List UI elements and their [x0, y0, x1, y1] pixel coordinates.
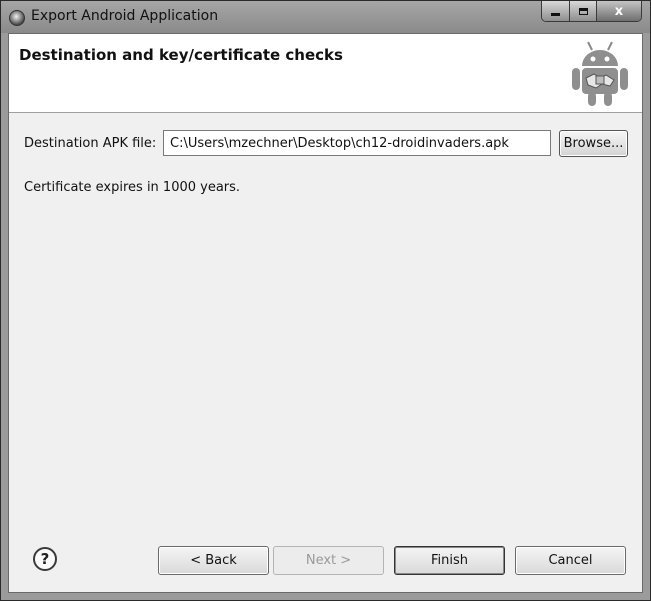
maximize-button[interactable]	[569, 1, 596, 21]
certificate-expiry-message: Certificate expires in 1000 years.	[24, 180, 241, 195]
page-title: Destination and key/certificate checks	[19, 46, 343, 64]
next-button[interactable]: Next >	[273, 546, 384, 575]
window-title: Export Android Application	[31, 8, 219, 24]
eclipse-app-icon	[9, 10, 25, 26]
minimize-icon	[551, 12, 560, 16]
minimize-button[interactable]	[542, 1, 569, 21]
title-bar[interactable]: Export Android Application x	[1, 1, 650, 33]
finish-button[interactable]: Finish	[394, 546, 505, 575]
dialog-content: Destination and key/certificate checks D…	[8, 33, 643, 593]
back-button[interactable]: < Back	[158, 546, 269, 575]
cancel-button[interactable]: Cancel	[515, 546, 626, 575]
help-icon[interactable]: ?	[33, 547, 57, 571]
close-button[interactable]: x	[596, 1, 641, 21]
window-controls: x	[541, 1, 642, 22]
export-android-dialog: Export Android Application x Destination…	[0, 0, 651, 601]
close-icon: x	[614, 3, 624, 19]
help-glyph: ?	[40, 550, 50, 568]
browse-button[interactable]: Browse...	[559, 130, 628, 157]
android-robot-icon	[572, 41, 628, 106]
wizard-header: Destination and key/certificate checks	[9, 34, 642, 113]
maximize-icon	[578, 7, 588, 15]
destination-apk-input[interactable]	[163, 130, 551, 156]
destination-apk-label: Destination APK file:	[24, 136, 157, 151]
